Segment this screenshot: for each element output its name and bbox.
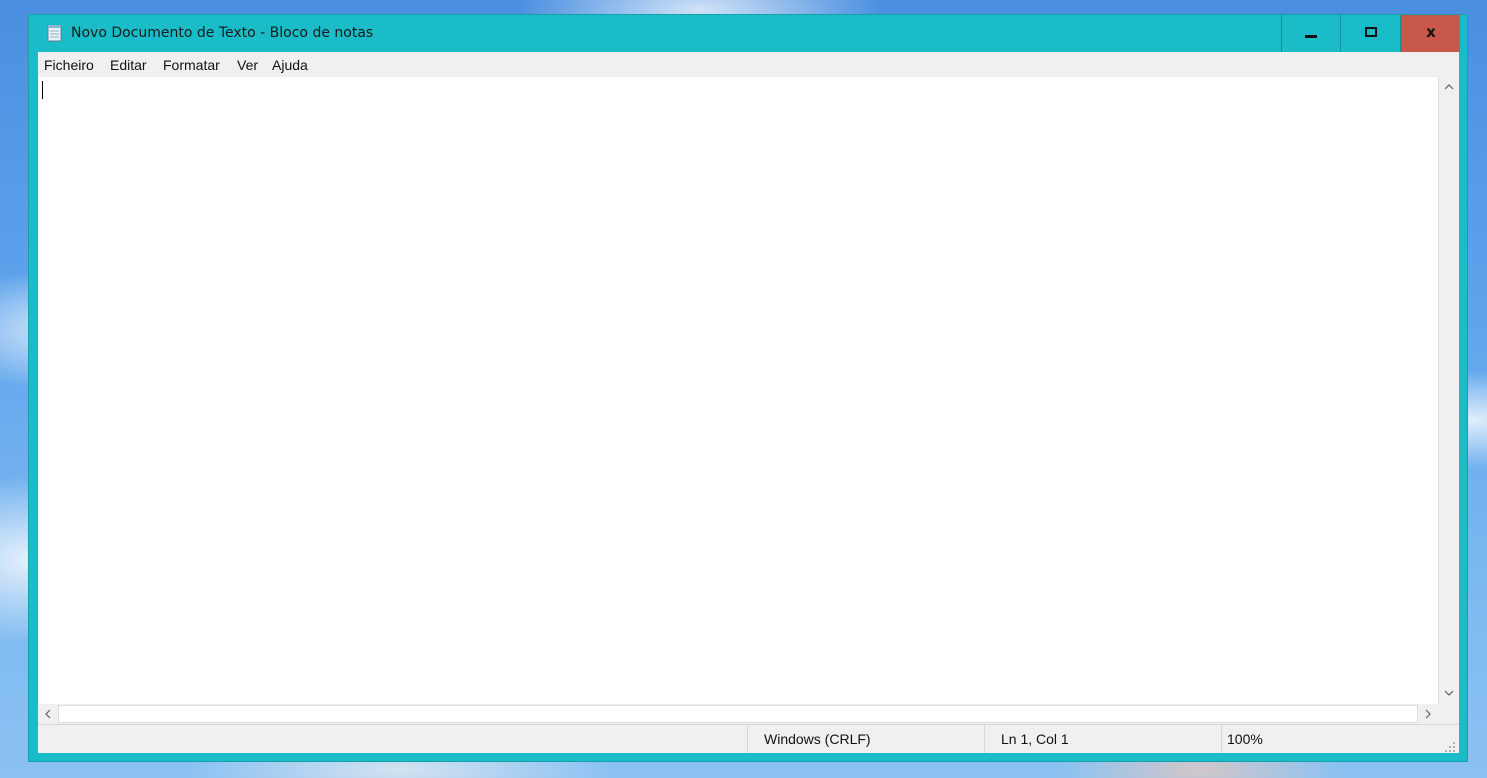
menu-ajuda[interactable]: Ajuda (272, 57, 308, 73)
chevron-left-icon (45, 709, 51, 719)
close-icon: x (1426, 23, 1436, 41)
title-bar[interactable]: Novo Documento de Texto - Bloco de notas… (29, 15, 1467, 52)
close-button[interactable]: x (1400, 15, 1460, 52)
notepad-icon[interactable] (47, 24, 63, 42)
text-caret (42, 81, 43, 99)
menu-ver[interactable]: Ver (237, 57, 258, 73)
maximize-button[interactable] (1340, 15, 1398, 52)
horizontal-scrollbar[interactable] (38, 704, 1438, 724)
horizontal-scroll-track[interactable] (58, 705, 1418, 723)
scroll-down-button[interactable] (1439, 683, 1459, 703)
vertical-scrollbar[interactable] (1438, 77, 1459, 704)
menu-editar[interactable]: Editar (110, 57, 147, 73)
chevron-down-icon (1444, 690, 1454, 696)
minimize-button[interactable] (1281, 15, 1339, 52)
chevron-up-icon (1444, 84, 1454, 90)
text-editor[interactable] (38, 77, 1438, 704)
scrollbar-corner (1438, 704, 1459, 724)
menu-formatar[interactable]: Formatar (163, 57, 220, 73)
status-separator (1221, 725, 1222, 753)
scroll-left-button[interactable] (38, 704, 58, 724)
menu-bar: Ficheiro Editar Formatar Ver Ajuda (38, 52, 1459, 77)
scroll-up-button[interactable] (1439, 77, 1459, 97)
menu-ficheiro[interactable]: Ficheiro (44, 57, 94, 73)
status-bar: Windows (CRLF) Ln 1, Col 1 100% (38, 724, 1459, 753)
status-zoom: 100% (1227, 731, 1263, 747)
status-separator (747, 725, 748, 753)
scroll-right-button[interactable] (1418, 704, 1438, 724)
notepad-client-area: Ficheiro Editar Formatar Ver Ajuda Windo… (38, 52, 1459, 753)
minimize-icon (1305, 35, 1317, 38)
status-separator (984, 725, 985, 753)
status-line-endings: Windows (CRLF) (764, 731, 871, 747)
resize-grip-icon[interactable] (1444, 738, 1456, 752)
maximize-icon (1365, 27, 1377, 37)
chevron-right-icon (1425, 709, 1431, 719)
window-title: Novo Documento de Texto - Bloco de notas (71, 25, 374, 41)
status-cursor-position: Ln 1, Col 1 (1001, 731, 1069, 747)
notepad-window: Novo Documento de Texto - Bloco de notas… (28, 14, 1468, 762)
